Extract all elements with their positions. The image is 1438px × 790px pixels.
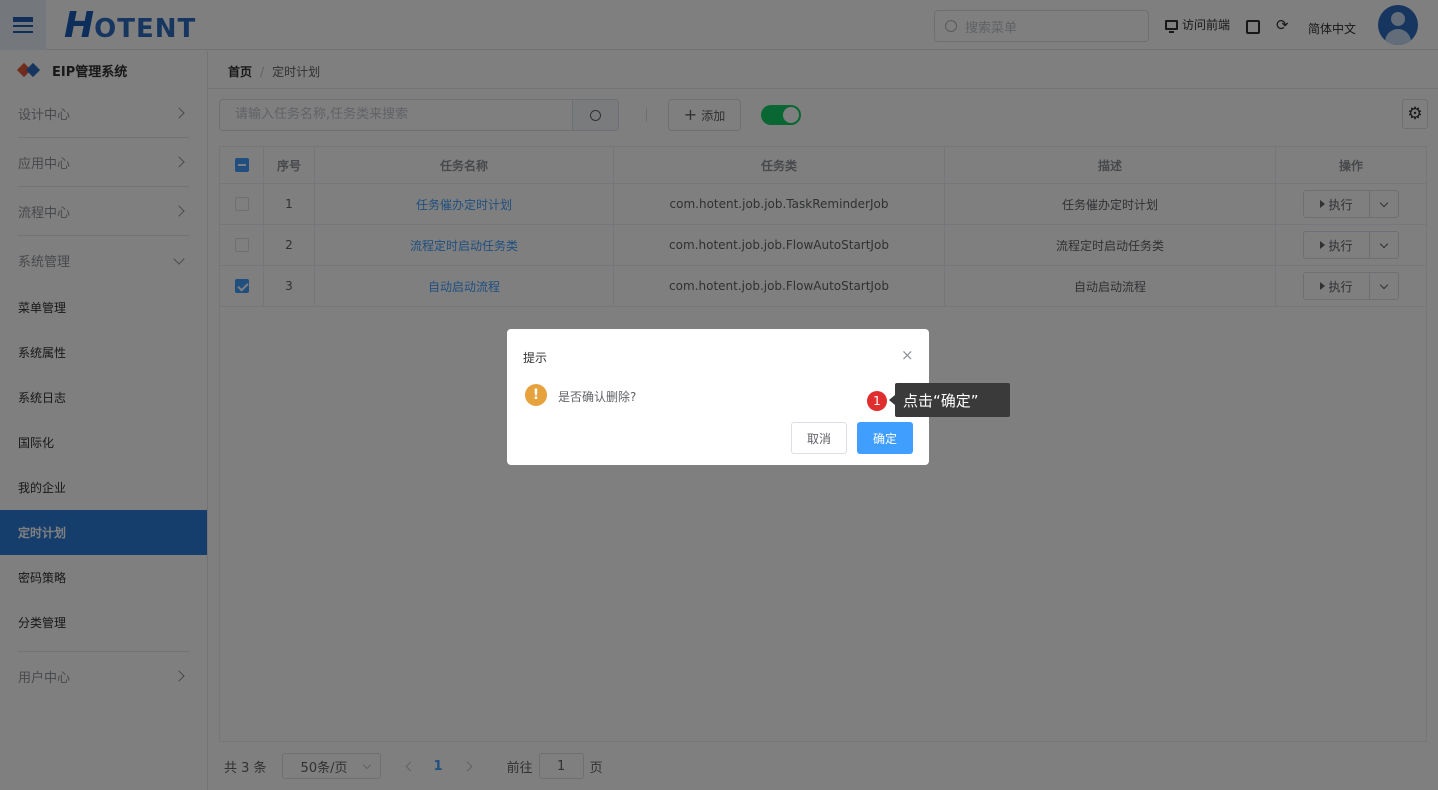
warning-icon: ! [525,384,547,406]
close-icon[interactable]: × [901,346,914,364]
step-badge: 1 [867,391,887,411]
confirm-dialog: 提示 × ! 是否确认删除? 取消 确定 [507,329,929,465]
confirm-button[interactable]: 确定 [857,422,913,454]
cancel-button[interactable]: 取消 [791,422,847,454]
instruction-tooltip: 点击“确定” [889,383,1010,417]
dialog-message: 是否确认删除? [558,390,637,404]
dialog-title: 提示 [523,351,548,365]
